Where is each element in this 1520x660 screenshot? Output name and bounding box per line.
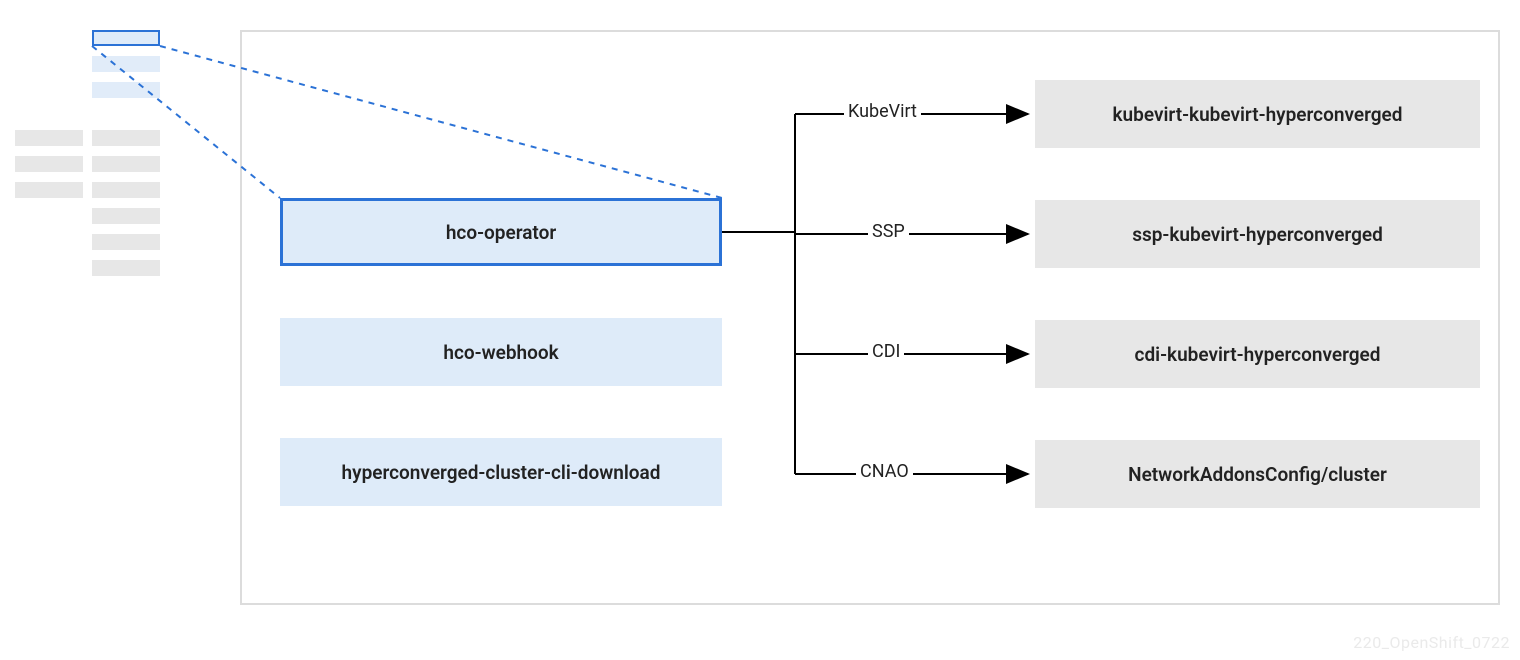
watermark-text: 220_OpenShift_0722 bbox=[1353, 633, 1510, 652]
edge-label-ssp: SSP bbox=[868, 221, 909, 242]
node-label: kubevirt-kubevirt-hyperconverged bbox=[1113, 103, 1403, 126]
diagram-node-kubevirt: kubevirt-kubevirt-hyperconverged bbox=[1035, 80, 1480, 148]
thumbnail-item bbox=[92, 234, 160, 250]
node-label: hco-operator bbox=[446, 221, 556, 244]
thumbnail-item bbox=[92, 82, 160, 98]
thumbnail-item bbox=[92, 156, 160, 172]
node-label: ssp-kubevirt-hyperconverged bbox=[1132, 223, 1383, 246]
thumbnail-item bbox=[15, 130, 83, 146]
diagram-node-hco-webhook: hco-webhook bbox=[280, 318, 722, 386]
node-label: hco-webhook bbox=[443, 341, 558, 364]
edge-label-cdi: CDI bbox=[868, 341, 904, 362]
thumbnail-item bbox=[92, 56, 160, 72]
thumbnail-item bbox=[15, 156, 83, 172]
edge-label-kubevirt: KubeVirt bbox=[844, 101, 921, 122]
edge-label-cnao: CNAO bbox=[856, 461, 913, 482]
diagram-node-cdi: cdi-kubevirt-hyperconverged bbox=[1035, 320, 1480, 388]
thumbnail-item bbox=[92, 130, 160, 146]
diagram-node-ssp: ssp-kubevirt-hyperconverged bbox=[1035, 200, 1480, 268]
node-label: NetworkAddonsConfig/cluster bbox=[1128, 463, 1387, 486]
thumbnail-highlight-item bbox=[92, 30, 160, 46]
diagram-node-cnao: NetworkAddonsConfig/cluster bbox=[1035, 440, 1480, 508]
thumbnail-item bbox=[92, 182, 160, 198]
node-label: hyperconverged-cluster-cli-download bbox=[342, 461, 661, 484]
diagram-node-hco-operator: hco-operator bbox=[280, 198, 722, 266]
thumbnail-item bbox=[92, 208, 160, 224]
thumbnail-item bbox=[92, 260, 160, 276]
node-label: cdi-kubevirt-hyperconverged bbox=[1135, 343, 1381, 366]
thumbnail-item bbox=[15, 182, 83, 198]
diagram-node-cli-download: hyperconverged-cluster-cli-download bbox=[280, 438, 722, 506]
